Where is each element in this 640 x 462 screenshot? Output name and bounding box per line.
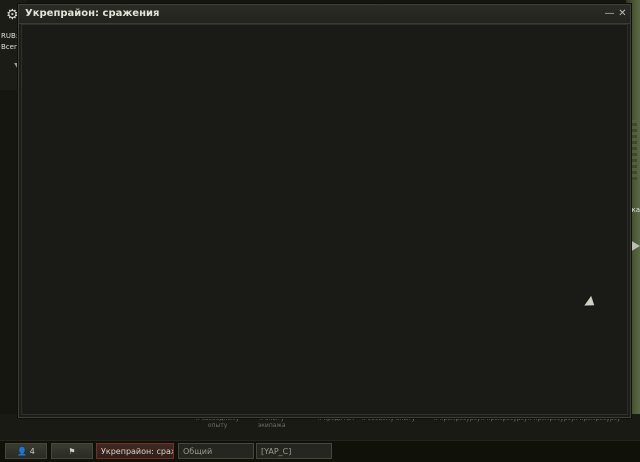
channel-label: [YAP_C]: [261, 447, 292, 456]
window-title: Укрепрайон: сражения: [25, 8, 160, 19]
arrow-right-icon[interactable]: [630, 240, 640, 252]
close-icon[interactable]: ✕: [617, 8, 628, 19]
balance-text: RUB: 5: [1, 32, 19, 40]
channel-tab-common[interactable]: Общий: [178, 443, 254, 459]
contacts-icon: 👤: [17, 447, 28, 456]
channel-label: Общий: [183, 447, 213, 456]
fortified-area-battles-window: Укрепрайон: сражения — ✕: [18, 4, 631, 418]
right-edge-text: ка: [631, 206, 640, 214]
contacts-button[interactable]: 👤 4: [5, 443, 47, 459]
window-titlebar[interactable]: Укрепрайон: сражения — ✕: [19, 5, 630, 24]
minimize-icon[interactable]: —: [604, 8, 615, 19]
channel-label: Укрепрайон: сражен..: [101, 447, 173, 456]
clan-icon: ⚑: [68, 447, 76, 456]
total-text: Всего: [1, 43, 19, 51]
clan-button[interactable]: ⚑: [51, 443, 93, 459]
contacts-count: 4: [29, 447, 35, 456]
channel-tab-clan[interactable]: [YAP_C]: [256, 443, 332, 459]
chat-taskbar: 👤 4 ⚑ Укрепрайон: сражен.. Общий [YAP_C]: [0, 440, 640, 462]
channel-tab-fortified-area[interactable]: Укрепрайон: сражен..: [96, 443, 174, 459]
window-content-area: [21, 24, 628, 415]
